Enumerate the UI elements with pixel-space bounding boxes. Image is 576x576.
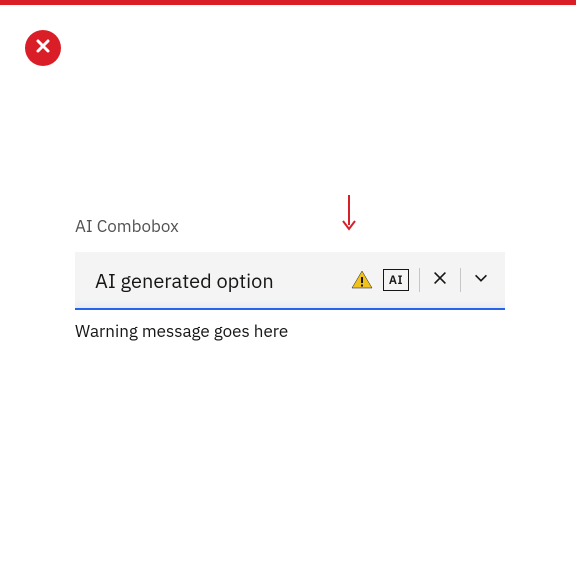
close-icon xyxy=(431,269,449,292)
chevron-down-icon xyxy=(472,269,490,292)
dropdown-toggle-button[interactable] xyxy=(471,270,491,290)
close-icon xyxy=(33,36,53,61)
annotation-arrow-down-icon xyxy=(340,193,358,238)
error-indicator-bar xyxy=(0,0,576,5)
label-row: AI Combobox xyxy=(75,215,505,237)
clear-button[interactable] xyxy=(430,270,450,290)
combobox-container: AI Combobox AI generated option AI xyxy=(75,215,505,342)
combobox-value: AI generated option xyxy=(95,267,351,294)
divider xyxy=(460,268,461,292)
combobox-label: AI Combobox xyxy=(75,215,179,237)
helper-text: Warning message goes here xyxy=(75,320,505,342)
error-status-badge xyxy=(25,30,61,66)
ai-combobox[interactable]: AI generated option AI xyxy=(75,252,505,310)
ai-badge-icon: AI xyxy=(383,269,409,291)
divider xyxy=(419,268,420,292)
warning-icon xyxy=(351,269,373,291)
combobox-icon-group: AI xyxy=(351,268,491,292)
